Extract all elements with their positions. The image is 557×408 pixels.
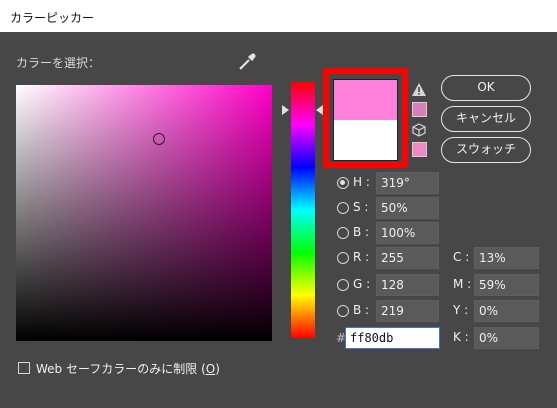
web-safe-only-label[interactable]: Web セーフカラーのみに制限 (O)	[36, 360, 220, 377]
web-safe-swatch[interactable]	[412, 142, 427, 157]
hue-slider[interactable]	[291, 82, 315, 338]
cancel-button[interactable]: キャンセル	[441, 106, 531, 132]
swatches-button[interactable]: スウォッチ	[441, 137, 531, 163]
green-label: G :	[353, 277, 371, 291]
magenta-label: M :	[453, 277, 472, 291]
saturation-field[interactable]: 50%	[376, 197, 439, 219]
magenta-field[interactable]: 59%	[474, 274, 539, 296]
hue-label: H :	[353, 175, 370, 189]
color-picker-dialog: カラーを選択： OK キャンセル スウォッチ H : 319° S : 50% …	[0, 32, 557, 408]
web-safe-label-mnemonic: O	[205, 362, 216, 376]
yellow-field[interactable]: 0%	[474, 300, 539, 322]
hex-field[interactable]: ff80db	[345, 327, 440, 349]
brightness-field[interactable]: 100%	[376, 222, 439, 244]
web-safe-label-prefix: Web セーフカラーのみに制限 (	[36, 362, 206, 376]
hue-slider-handle-right[interactable]	[316, 105, 323, 115]
blue-label: B :	[353, 303, 370, 317]
title-bar: カラーピッカー	[0, 0, 557, 32]
saturation-label: S :	[353, 200, 369, 214]
saturation-brightness-field[interactable]	[16, 85, 272, 341]
black-label: K :	[453, 330, 469, 344]
web-safe-only-checkbox[interactable]	[18, 362, 30, 374]
current-color-swatch[interactable]	[334, 120, 397, 160]
radio-brightness[interactable]	[337, 227, 349, 239]
cyan-field[interactable]: 13%	[474, 247, 539, 269]
black-field[interactable]: 0%	[474, 327, 539, 349]
color-preview	[333, 79, 398, 161]
ok-button[interactable]: OK	[441, 75, 531, 101]
web-safe-cube-icon[interactable]	[412, 123, 426, 137]
radio-red[interactable]	[337, 252, 349, 264]
blue-field[interactable]: 219	[376, 300, 439, 322]
web-safe-label-suffix: )	[215, 362, 220, 376]
yellow-label: Y :	[453, 303, 469, 317]
red-label: R :	[353, 250, 370, 264]
brightness-label: B :	[353, 225, 370, 239]
select-color-label: カラーを選択：	[16, 56, 101, 70]
cyan-label: C :	[453, 250, 470, 264]
color-marker[interactable]	[153, 133, 165, 145]
radio-green[interactable]	[337, 279, 349, 291]
window-title: カラーピッカー	[10, 11, 95, 25]
radio-blue[interactable]	[337, 305, 349, 317]
red-field[interactable]: 255	[376, 247, 439, 269]
radio-hue[interactable]	[337, 177, 349, 189]
eyedropper-icon[interactable]	[237, 50, 257, 72]
radio-saturation[interactable]	[337, 202, 349, 214]
new-color-swatch	[334, 80, 397, 120]
hue-slider-handle-left[interactable]	[282, 105, 289, 115]
hue-field[interactable]: 319°	[376, 172, 439, 194]
gamut-correction-swatch[interactable]	[412, 102, 427, 117]
green-field[interactable]: 128	[376, 274, 439, 296]
out-of-gamut-warning-icon[interactable]	[411, 82, 427, 97]
